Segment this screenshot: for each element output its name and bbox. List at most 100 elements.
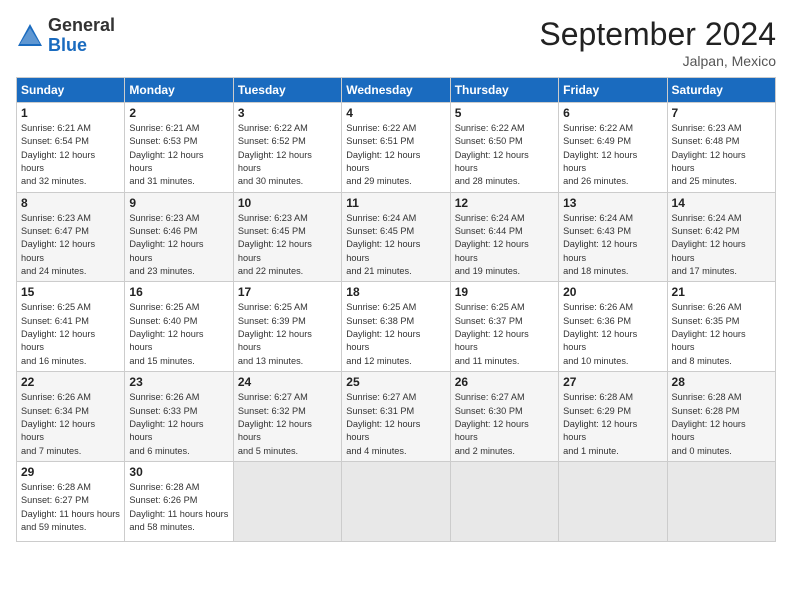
table-row: 6 Sunrise: 6:22 AMSunset: 6:49 PMDayligh… xyxy=(559,103,667,193)
col-friday: Friday xyxy=(559,78,667,103)
day-detail: Sunrise: 6:28 AMSunset: 6:29 PMDaylight:… xyxy=(563,392,637,455)
day-number: 12 xyxy=(455,196,554,210)
col-sunday: Sunday xyxy=(17,78,125,103)
day-number: 9 xyxy=(129,196,228,210)
table-row: 30 Sunrise: 6:28 AMSunset: 6:26 PMDaylig… xyxy=(125,461,233,541)
day-detail: Sunrise: 6:26 AMSunset: 6:34 PMDaylight:… xyxy=(21,392,95,455)
day-detail: Sunrise: 6:27 AMSunset: 6:31 PMDaylight:… xyxy=(346,392,420,455)
table-row: 20 Sunrise: 6:26 AMSunset: 6:36 PMDaylig… xyxy=(559,282,667,372)
day-detail: Sunrise: 6:28 AMSunset: 6:27 PMDaylight:… xyxy=(21,482,120,532)
table-row xyxy=(450,461,558,541)
location-subtitle: Jalpan, Mexico xyxy=(539,53,776,69)
day-number: 26 xyxy=(455,375,554,389)
col-saturday: Saturday xyxy=(667,78,775,103)
table-row: 29 Sunrise: 6:28 AMSunset: 6:27 PMDaylig… xyxy=(17,461,125,541)
day-detail: Sunrise: 6:26 AMSunset: 6:35 PMDaylight:… xyxy=(672,302,746,365)
day-detail: Sunrise: 6:24 AMSunset: 6:44 PMDaylight:… xyxy=(455,213,529,276)
day-detail: Sunrise: 6:22 AMSunset: 6:50 PMDaylight:… xyxy=(455,123,529,186)
day-detail: Sunrise: 6:26 AMSunset: 6:36 PMDaylight:… xyxy=(563,302,637,365)
day-detail: Sunrise: 6:23 AMSunset: 6:48 PMDaylight:… xyxy=(672,123,746,186)
page: General Blue September 2024 Jalpan, Mexi… xyxy=(0,0,792,612)
title-block: September 2024 Jalpan, Mexico xyxy=(539,16,776,69)
table-row xyxy=(342,461,450,541)
day-detail: Sunrise: 6:25 AMSunset: 6:37 PMDaylight:… xyxy=(455,302,529,365)
day-detail: Sunrise: 6:25 AMSunset: 6:41 PMDaylight:… xyxy=(21,302,95,365)
day-detail: Sunrise: 6:24 AMSunset: 6:45 PMDaylight:… xyxy=(346,213,420,276)
table-row: 15 Sunrise: 6:25 AMSunset: 6:41 PMDaylig… xyxy=(17,282,125,372)
day-number: 20 xyxy=(563,285,662,299)
day-number: 5 xyxy=(455,106,554,120)
table-row: 4 Sunrise: 6:22 AMSunset: 6:51 PMDayligh… xyxy=(342,103,450,193)
table-row xyxy=(559,461,667,541)
table-row: 14 Sunrise: 6:24 AMSunset: 6:42 PMDaylig… xyxy=(667,192,775,282)
day-detail: Sunrise: 6:25 AMSunset: 6:38 PMDaylight:… xyxy=(346,302,420,365)
day-detail: Sunrise: 6:21 AMSunset: 6:54 PMDaylight:… xyxy=(21,123,95,186)
day-detail: Sunrise: 6:22 AMSunset: 6:52 PMDaylight:… xyxy=(238,123,312,186)
day-detail: Sunrise: 6:24 AMSunset: 6:42 PMDaylight:… xyxy=(672,213,746,276)
col-wednesday: Wednesday xyxy=(342,78,450,103)
day-number: 11 xyxy=(346,196,445,210)
day-detail: Sunrise: 6:26 AMSunset: 6:33 PMDaylight:… xyxy=(129,392,203,455)
logo: General Blue xyxy=(16,16,115,56)
day-number: 15 xyxy=(21,285,120,299)
table-row: 21 Sunrise: 6:26 AMSunset: 6:35 PMDaylig… xyxy=(667,282,775,372)
table-row: 17 Sunrise: 6:25 AMSunset: 6:39 PMDaylig… xyxy=(233,282,341,372)
day-detail: Sunrise: 6:23 AMSunset: 6:47 PMDaylight:… xyxy=(21,213,95,276)
logo-blue-text: Blue xyxy=(48,35,87,55)
day-number: 8 xyxy=(21,196,120,210)
table-row: 23 Sunrise: 6:26 AMSunset: 6:33 PMDaylig… xyxy=(125,372,233,462)
day-number: 13 xyxy=(563,196,662,210)
day-detail: Sunrise: 6:21 AMSunset: 6:53 PMDaylight:… xyxy=(129,123,203,186)
table-row: 8 Sunrise: 6:23 AMSunset: 6:47 PMDayligh… xyxy=(17,192,125,282)
day-number: 21 xyxy=(672,285,771,299)
day-number: 1 xyxy=(21,106,120,120)
day-detail: Sunrise: 6:28 AMSunset: 6:28 PMDaylight:… xyxy=(672,392,746,455)
day-number: 27 xyxy=(563,375,662,389)
table-row: 28 Sunrise: 6:28 AMSunset: 6:28 PMDaylig… xyxy=(667,372,775,462)
table-row: 19 Sunrise: 6:25 AMSunset: 6:37 PMDaylig… xyxy=(450,282,558,372)
table-row: 26 Sunrise: 6:27 AMSunset: 6:30 PMDaylig… xyxy=(450,372,558,462)
day-number: 2 xyxy=(129,106,228,120)
day-number: 18 xyxy=(346,285,445,299)
calendar-table: Sunday Monday Tuesday Wednesday Thursday… xyxy=(16,77,776,542)
day-detail: Sunrise: 6:23 AMSunset: 6:45 PMDaylight:… xyxy=(238,213,312,276)
table-row: 1 Sunrise: 6:21 AMSunset: 6:54 PMDayligh… xyxy=(17,103,125,193)
day-number: 16 xyxy=(129,285,228,299)
day-detail: Sunrise: 6:22 AMSunset: 6:51 PMDaylight:… xyxy=(346,123,420,186)
day-detail: Sunrise: 6:22 AMSunset: 6:49 PMDaylight:… xyxy=(563,123,637,186)
table-row: 22 Sunrise: 6:26 AMSunset: 6:34 PMDaylig… xyxy=(17,372,125,462)
table-row xyxy=(667,461,775,541)
day-detail: Sunrise: 6:27 AMSunset: 6:30 PMDaylight:… xyxy=(455,392,529,455)
header-row: Sunday Monday Tuesday Wednesday Thursday… xyxy=(17,78,776,103)
calendar-row-4: 22 Sunrise: 6:26 AMSunset: 6:34 PMDaylig… xyxy=(17,372,776,462)
day-number: 6 xyxy=(563,106,662,120)
table-row: 11 Sunrise: 6:24 AMSunset: 6:45 PMDaylig… xyxy=(342,192,450,282)
table-row: 27 Sunrise: 6:28 AMSunset: 6:29 PMDaylig… xyxy=(559,372,667,462)
table-row: 3 Sunrise: 6:22 AMSunset: 6:52 PMDayligh… xyxy=(233,103,341,193)
day-detail: Sunrise: 6:25 AMSunset: 6:39 PMDaylight:… xyxy=(238,302,312,365)
logo-general: General xyxy=(48,15,115,35)
table-row: 5 Sunrise: 6:22 AMSunset: 6:50 PMDayligh… xyxy=(450,103,558,193)
logo-icon xyxy=(16,22,44,50)
day-number: 17 xyxy=(238,285,337,299)
day-number: 10 xyxy=(238,196,337,210)
table-row: 9 Sunrise: 6:23 AMSunset: 6:46 PMDayligh… xyxy=(125,192,233,282)
day-number: 3 xyxy=(238,106,337,120)
table-row: 10 Sunrise: 6:23 AMSunset: 6:45 PMDaylig… xyxy=(233,192,341,282)
col-monday: Monday xyxy=(125,78,233,103)
day-number: 14 xyxy=(672,196,771,210)
calendar-row-2: 8 Sunrise: 6:23 AMSunset: 6:47 PMDayligh… xyxy=(17,192,776,282)
day-number: 22 xyxy=(21,375,120,389)
col-tuesday: Tuesday xyxy=(233,78,341,103)
calendar-row-1: 1 Sunrise: 6:21 AMSunset: 6:54 PMDayligh… xyxy=(17,103,776,193)
table-row xyxy=(233,461,341,541)
col-thursday: Thursday xyxy=(450,78,558,103)
logo-text: General Blue xyxy=(48,16,115,56)
day-number: 4 xyxy=(346,106,445,120)
day-detail: Sunrise: 6:23 AMSunset: 6:46 PMDaylight:… xyxy=(129,213,203,276)
table-row: 12 Sunrise: 6:24 AMSunset: 6:44 PMDaylig… xyxy=(450,192,558,282)
day-detail: Sunrise: 6:28 AMSunset: 6:26 PMDaylight:… xyxy=(129,482,228,532)
table-row: 18 Sunrise: 6:25 AMSunset: 6:38 PMDaylig… xyxy=(342,282,450,372)
calendar-row-3: 15 Sunrise: 6:25 AMSunset: 6:41 PMDaylig… xyxy=(17,282,776,372)
table-row: 2 Sunrise: 6:21 AMSunset: 6:53 PMDayligh… xyxy=(125,103,233,193)
